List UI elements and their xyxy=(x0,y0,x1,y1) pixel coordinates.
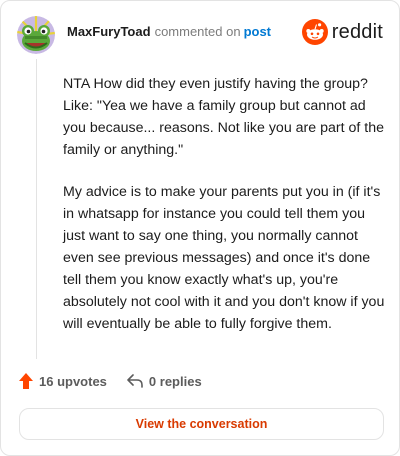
reddit-brand[interactable]: reddit xyxy=(301,19,383,45)
view-conversation-button[interactable]: View the conversation xyxy=(19,408,384,440)
comment-paragraph: NTA How did they even justify having the… xyxy=(63,76,384,158)
comment-action: commented on xyxy=(154,24,241,39)
author-name[interactable]: MaxFuryToad xyxy=(67,24,151,39)
thread-line xyxy=(36,59,37,359)
upvote-button[interactable]: 16 upvotes xyxy=(19,373,107,389)
comment-body: NTA How did they even justify having the… xyxy=(63,73,389,355)
comment-paragraph: My advice is to make your parents put yo… xyxy=(63,184,385,332)
avatar[interactable] xyxy=(17,16,55,54)
view-conversation-label: View the conversation xyxy=(135,417,268,431)
comment-footer: 16 upvotes 0 replies xyxy=(19,373,202,389)
reddit-logo-icon xyxy=(301,19,328,45)
upvote-count: 16 upvotes xyxy=(39,373,107,389)
comment-card: MaxFuryToad commented on post reddit NTA H… xyxy=(0,0,400,456)
post-link[interactable]: post xyxy=(244,24,271,39)
upvote-arrow-icon xyxy=(19,373,33,389)
reply-count: 0 replies xyxy=(148,373,202,389)
comment-header: MaxFuryToad commented on post reddit xyxy=(17,15,383,55)
reply-arrow-icon xyxy=(127,374,143,388)
author-line: MaxFuryToad commented on post xyxy=(67,24,271,40)
reply-button[interactable]: 0 replies xyxy=(127,374,202,389)
avatar-icon xyxy=(17,16,55,54)
brand-name: reddit xyxy=(331,20,383,43)
